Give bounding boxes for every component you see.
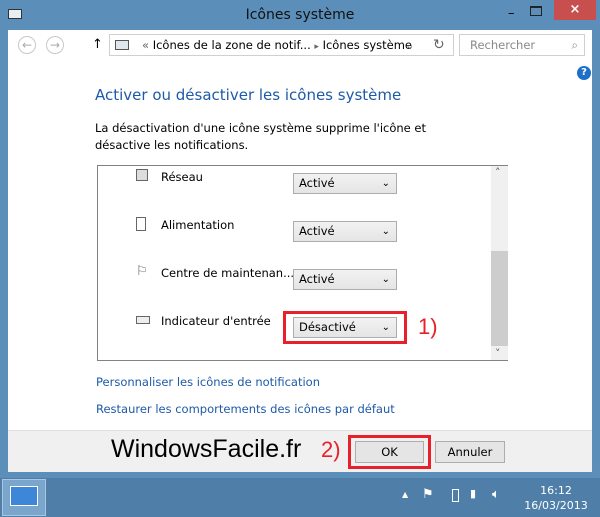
scrollbar-thumb[interactable] bbox=[491, 251, 508, 346]
close-button[interactable]: × bbox=[554, 0, 596, 20]
description: La désactivation d'une icône système sup… bbox=[95, 121, 426, 152]
breadcrumb-item[interactable]: Icônes système bbox=[323, 38, 412, 52]
flag-icon[interactable]: ⚑ bbox=[422, 487, 434, 502]
up-button[interactable]: ↑ bbox=[92, 37, 103, 52]
forward-button[interactable]: → bbox=[46, 36, 64, 54]
item-label: Indicateur d'entrée bbox=[161, 314, 271, 328]
item-label: Réseau bbox=[161, 170, 203, 184]
scroll-up-icon[interactable]: ˄ bbox=[495, 166, 501, 179]
date: 16/03/2013 bbox=[524, 499, 588, 512]
network-signal-icon[interactable]: ▮ bbox=[470, 487, 476, 500]
time: 16:12 bbox=[540, 484, 572, 497]
item-label: Alimentation bbox=[161, 218, 235, 232]
watermark: WindowsFacile.fr bbox=[111, 435, 302, 463]
page-title: Activer ou désactiver les icônes système bbox=[95, 86, 402, 104]
customize-notification-icons-link[interactable]: Personnaliser les icônes de notification bbox=[96, 375, 320, 389]
search-input[interactable]: Rechercher ⌕ bbox=[459, 34, 585, 56]
keyboard-icon bbox=[136, 316, 150, 324]
back-button[interactable]: ← bbox=[18, 36, 36, 54]
help-button[interactable]: ? bbox=[577, 66, 591, 80]
breadcrumb-arrow-icon[interactable]: ▸ bbox=[314, 42, 319, 52]
annotation-1: 1) bbox=[418, 314, 438, 339]
cancel-button[interactable]: Annuler bbox=[435, 441, 505, 463]
flag-icon: ⚐ bbox=[136, 264, 148, 279]
chevron-down-icon: ⌄ bbox=[381, 178, 390, 189]
navigation-bar: ← → ↑ « Icônes de la zone de notif... ▸ … bbox=[8, 30, 592, 60]
search-placeholder: Rechercher bbox=[470, 38, 536, 52]
centre-maintenance-select[interactable]: Activé ⌄ bbox=[293, 269, 397, 290]
search-icon: ⌕ bbox=[571, 38, 578, 52]
address-bar[interactable]: « Icônes de la zone de notif... ▸ Icônes… bbox=[109, 34, 454, 56]
battery-icon[interactable] bbox=[452, 489, 459, 502]
clock[interactable]: 16:12 16/03/2013 bbox=[523, 483, 589, 513]
control-panel-taskbar-button[interactable] bbox=[2, 479, 46, 516]
maximize-button[interactable] bbox=[530, 6, 542, 16]
control-panel-icon bbox=[10, 486, 38, 506]
reseau-select[interactable]: Activé ⌄ bbox=[293, 173, 397, 194]
taskbar: ▲ ⚑ ▮ 🔈︎ 16:12 16/03/2013 bbox=[0, 478, 600, 517]
ok-button[interactable]: OK bbox=[355, 441, 424, 463]
chevron-down-icon: ⌄ bbox=[381, 322, 390, 333]
history-dropdown-icon[interactable]: ⌄ bbox=[405, 35, 415, 55]
breadcrumb-item[interactable]: Icônes de la zone de notif... bbox=[153, 38, 311, 52]
refresh-button[interactable]: ↻ bbox=[433, 35, 445, 55]
indicateur-entree-select[interactable]: Désactivé ⌄ bbox=[293, 317, 397, 338]
computer-icon bbox=[115, 40, 129, 50]
system-icons-list: Réseau Activé ⌄ Alimentation Activé ⌄ ⚐ Ce… bbox=[97, 165, 508, 361]
window-content: ← → ↑ « Icônes de la zone de notif... ▸ … bbox=[8, 30, 592, 472]
chevron-down-icon: ⌄ bbox=[381, 226, 390, 237]
power-icon bbox=[136, 217, 146, 231]
show-hidden-icons-button[interactable]: ▲ bbox=[402, 490, 408, 499]
alimentation-select[interactable]: Activé ⌄ bbox=[293, 221, 397, 242]
item-label: Centre de maintenan... bbox=[161, 266, 295, 280]
network-icon bbox=[136, 169, 148, 181]
restore-defaults-link[interactable]: Restaurer les comportements des icônes p… bbox=[96, 402, 395, 416]
chevron-down-icon: ⌄ bbox=[381, 274, 390, 285]
volume-icon[interactable]: 🔈︎ bbox=[492, 487, 500, 502]
minimize-button[interactable]: – bbox=[508, 6, 515, 21]
scroll-down-icon[interactable]: ˅ bbox=[495, 347, 501, 360]
title-bar: Icônes système – × bbox=[0, 0, 600, 30]
breadcrumb-overflow[interactable]: « bbox=[142, 38, 149, 52]
annotation-2: 2) bbox=[321, 437, 341, 462]
dialog-footer: WindowsFacile.fr 2) OK Annuler bbox=[8, 430, 592, 472]
